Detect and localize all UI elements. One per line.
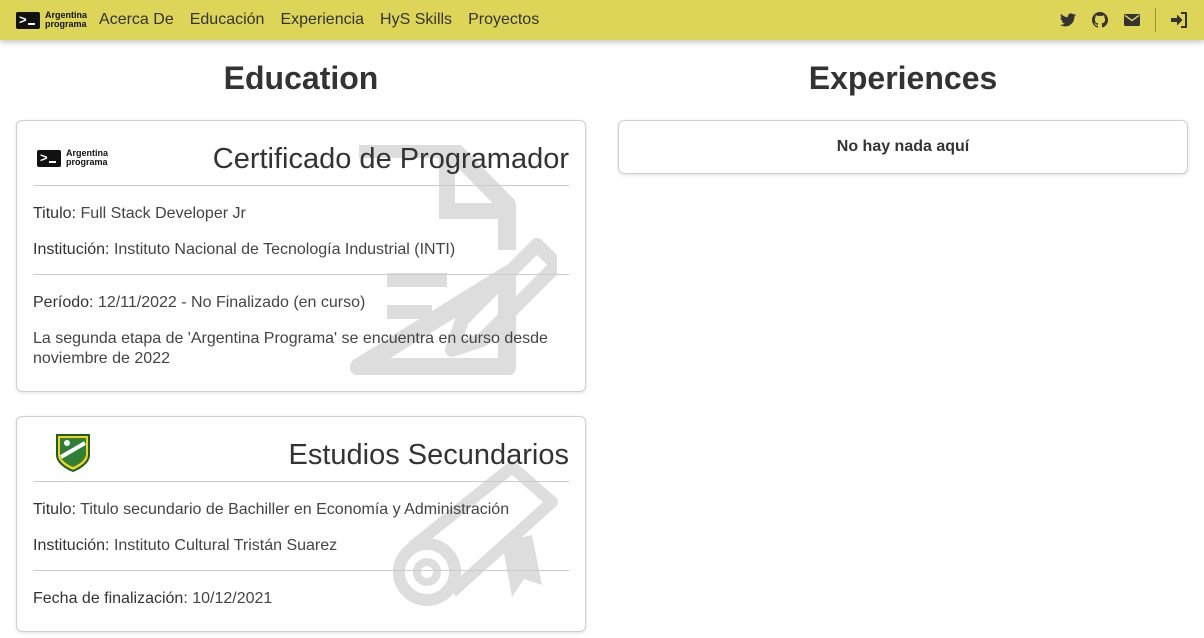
empty-state-card: No hay nada aquí — [618, 120, 1188, 174]
nav-links: Acerca De Educación Experiencia HyS Skil… — [99, 0, 555, 40]
periodo-row: Período: 12/11/2022 - No Finalizado (en … — [33, 293, 569, 313]
nav-actions — [1045, 0, 1188, 40]
education-title: Education — [223, 60, 379, 96]
divider — [33, 185, 569, 186]
nav-link-educacion[interactable]: Educación — [190, 0, 265, 40]
institucion-value: Instituto Cultural Tristán Suarez — [113, 537, 338, 554]
fecha-value: 10/12/2021 — [192, 590, 273, 607]
divider — [33, 274, 569, 275]
titulo-label: Titulo: — [33, 501, 76, 518]
envelope-icon[interactable] — [1123, 11, 1141, 29]
titulo-row: Titulo: Full Stack Developer Jr — [33, 204, 569, 224]
divider — [33, 481, 569, 482]
github-icon[interactable] — [1091, 11, 1109, 29]
education-card: > Argentina programa Certificado de Prog… — [16, 120, 586, 392]
fecha-row: Fecha de finalización: 10/12/2021 — [33, 589, 569, 609]
argentina-programa-logo: > Argentina programa — [37, 149, 108, 167]
card-title: Certificado de Programador — [212, 143, 569, 175]
fecha-label: Fecha de finalización: — [33, 590, 188, 607]
institucion-value: Instituto Nacional de Tecnología Industr… — [113, 241, 456, 258]
terminal-icon: > — [37, 149, 61, 167]
periodo-value: 12/11/2022 - No Finalizado (en curso) — [97, 294, 366, 311]
titulo-label: Titulo: — [33, 205, 76, 222]
institucion-label: Institución: — [33, 537, 110, 554]
titulo-value: Full Stack Developer Jr — [80, 205, 246, 222]
logo-line2: programa — [66, 157, 108, 167]
divider — [33, 570, 569, 571]
titulo-value: Titulo secundario de Bachiller en Econom… — [80, 501, 510, 518]
institucion-row: Institución: Instituto Cultural Tristán … — [33, 536, 569, 556]
nav-link-acerca-de[interactable]: Acerca De — [99, 0, 174, 40]
education-card: Estudios Secundarios Titulo: Titulo secu… — [16, 416, 586, 632]
experiences-title: Experiences — [808, 60, 998, 96]
nav-divider — [1155, 8, 1156, 32]
nav-link-proyectos[interactable]: Proyectos — [468, 0, 539, 40]
periodo-label: Período: — [33, 294, 94, 311]
titulo-row: Titulo: Titulo secundario de Bachiller e… — [33, 500, 569, 520]
brand-logo[interactable]: > Argentina programa — [16, 11, 87, 29]
nav-link-hys-skills[interactable]: HyS Skills — [380, 0, 452, 40]
card-title: Estudios Secundarios — [288, 439, 570, 471]
terminal-icon: > — [16, 11, 40, 29]
school-crest-icon — [56, 434, 90, 473]
nav-link-experiencia[interactable]: Experiencia — [280, 0, 364, 40]
empty-state-text: No hay nada aquí — [836, 138, 970, 155]
description: La segunda etapa de 'Argentina Programa'… — [33, 330, 548, 367]
brand-line2: programa — [45, 19, 87, 29]
institucion-row: Institución: Instituto Nacional de Tecno… — [33, 240, 569, 260]
sign-in-icon[interactable] — [1170, 11, 1188, 29]
twitter-icon[interactable] — [1059, 11, 1077, 29]
navbar: > Argentina programa Acerca De Educación… — [0, 0, 1204, 40]
institucion-label: Institución: — [33, 241, 110, 258]
